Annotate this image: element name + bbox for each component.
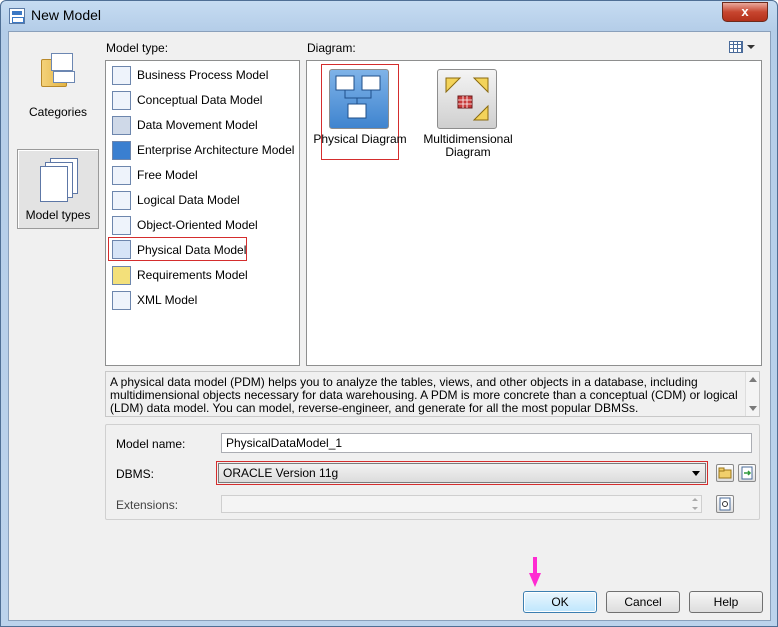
diagram-list[interactable]: Physical Diagram Multidimensional Diagra… xyxy=(306,60,762,366)
physical-diagram-icon xyxy=(329,69,389,129)
business-process-icon xyxy=(112,66,131,85)
view-mode-button[interactable] xyxy=(729,40,759,56)
list-item[interactable]: Logical Data Model xyxy=(110,189,296,211)
diagram-label: Diagram: xyxy=(307,41,356,55)
list-item[interactable]: Data Movement Model xyxy=(110,114,296,136)
physical-data-icon xyxy=(112,240,131,259)
grid-view-icon xyxy=(729,41,743,53)
dbms-label: DBMS: xyxy=(116,467,155,481)
search-document-icon xyxy=(719,497,731,511)
rail-item-label: Categories xyxy=(28,105,88,119)
document-arrow-icon xyxy=(741,466,753,480)
ok-button[interactable]: OK xyxy=(523,591,597,613)
category-rail: Categories Model types xyxy=(17,37,103,267)
scroll-up-icon[interactable] xyxy=(749,377,757,382)
rail-item-label: Model types xyxy=(25,208,91,222)
close-button[interactable]: x xyxy=(722,2,768,22)
dialog-body: Categories Model types Model type: Diagr… xyxy=(8,31,771,621)
model-name-label: Model name: xyxy=(116,437,186,451)
extensions-spinner[interactable] xyxy=(690,495,702,513)
extensions-label: Extensions: xyxy=(116,498,179,512)
data-movement-icon xyxy=(112,116,131,135)
rail-item-categories[interactable]: Categories xyxy=(17,45,99,125)
diagram-item-physical[interactable]: Physical Diagram xyxy=(313,65,407,157)
dbms-browse-button[interactable] xyxy=(716,464,734,482)
object-oriented-icon xyxy=(112,216,131,235)
rail-item-model-types[interactable]: Model types xyxy=(17,149,99,229)
conceptual-data-icon xyxy=(112,91,131,110)
chevron-down-icon[interactable] xyxy=(692,471,700,476)
model-name-input[interactable]: PhysicalDataModel_1 xyxy=(221,433,752,453)
close-icon: x xyxy=(741,4,749,19)
app-icon xyxy=(9,8,25,24)
multidimensional-diagram-icon xyxy=(437,69,497,129)
dbms-select-value: ORACLE Version 11g xyxy=(218,463,706,483)
dbms-select[interactable]: ORACLE Version 11g xyxy=(216,461,708,485)
window-title: New Model xyxy=(31,7,102,23)
xml-model-icon xyxy=(112,291,131,310)
arrow-annotation-icon xyxy=(529,557,541,589)
list-item[interactable]: Requirements Model xyxy=(110,264,296,286)
model-type-label: Model type: xyxy=(106,41,169,55)
model-type-list[interactable]: Business Process Model Conceptual Data M… xyxy=(105,60,300,366)
spin-down-icon[interactable] xyxy=(692,507,698,510)
free-model-icon xyxy=(112,166,131,185)
spin-up-icon[interactable] xyxy=(692,498,698,501)
folder-icon xyxy=(718,467,732,479)
title-bar[interactable]: New Model x xyxy=(1,1,777,31)
scroll-down-icon[interactable] xyxy=(749,406,757,411)
model-description: A physical data model (PDM) helps you to… xyxy=(105,371,760,417)
extensions-select-button[interactable] xyxy=(716,495,734,513)
description-scrollbar[interactable] xyxy=(745,372,759,416)
logical-data-icon xyxy=(112,191,131,210)
list-item[interactable]: XML Model xyxy=(110,289,296,311)
enterprise-architecture-icon xyxy=(112,141,131,160)
list-item[interactable]: Object-Oriented Model xyxy=(110,214,296,236)
help-button[interactable]: Help xyxy=(689,591,763,613)
dbms-properties-button[interactable] xyxy=(738,464,756,482)
chevron-down-icon xyxy=(747,45,755,49)
cancel-button[interactable]: Cancel xyxy=(606,591,680,613)
diagram-item-multidimensional[interactable]: Multidimensional Diagram xyxy=(423,65,513,159)
requirements-icon xyxy=(112,266,131,285)
model-types-icon xyxy=(36,158,80,202)
extensions-field[interactable] xyxy=(221,495,702,513)
list-item[interactable]: Business Process Model xyxy=(110,64,296,86)
categories-folder-icon xyxy=(41,53,75,87)
new-model-dialog: New Model x Categories Model types Model… xyxy=(0,0,778,627)
model-properties: Model name: PhysicalDataModel_1 DBMS: OR… xyxy=(105,424,760,520)
list-item-selected[interactable]: Physical Data Model xyxy=(108,237,247,261)
list-item[interactable]: Free Model xyxy=(110,164,296,186)
list-item[interactable]: Conceptual Data Model xyxy=(110,89,296,111)
list-item[interactable]: Enterprise Architecture Model xyxy=(110,139,296,161)
